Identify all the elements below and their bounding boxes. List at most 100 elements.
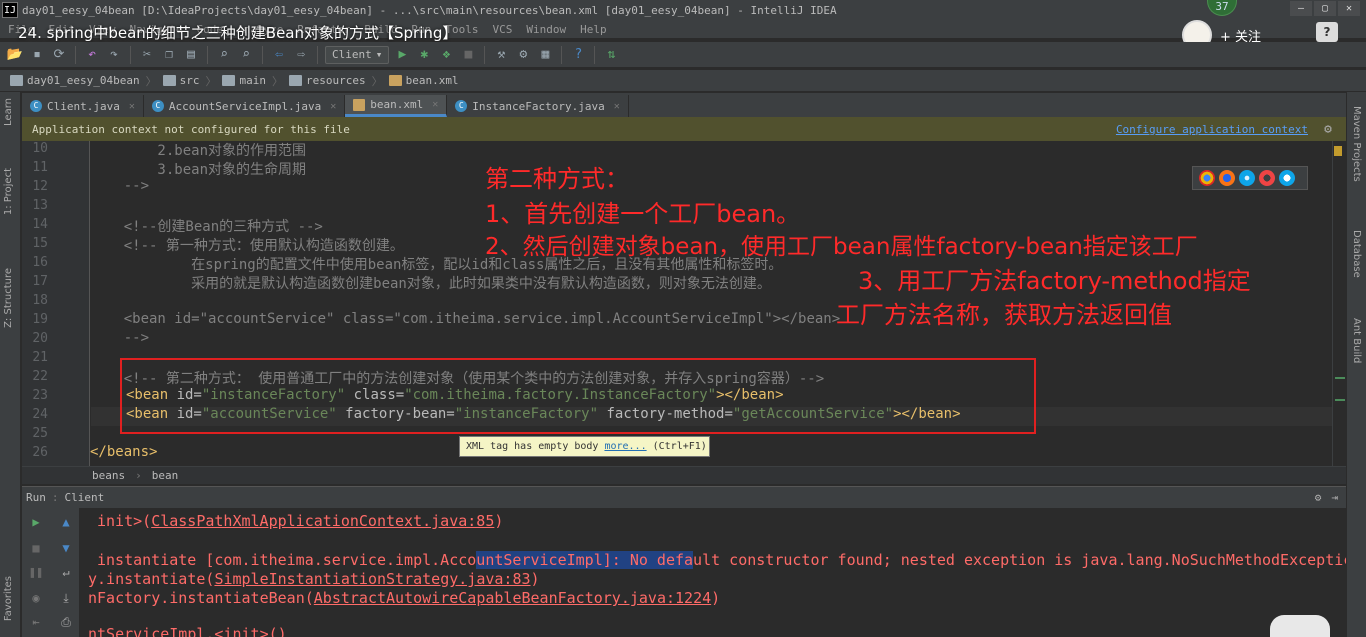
tool-window-ant[interactable]: Ant Build bbox=[1351, 318, 1362, 363]
close-icon[interactable]: ✕ bbox=[129, 101, 135, 112]
change-marker[interactable] bbox=[1335, 399, 1345, 401]
back-icon[interactable]: ⇦ bbox=[270, 46, 288, 64]
toolbar-divider bbox=[130, 45, 131, 64]
line-number: 23 bbox=[32, 388, 48, 403]
debug-icon[interactable]: ✱ bbox=[415, 46, 433, 64]
breadcrumb-main[interactable]: main bbox=[222, 74, 272, 87]
find-icon[interactable]: ⌕ bbox=[215, 46, 233, 64]
editor-marker-bar[interactable] bbox=[1332, 141, 1346, 466]
toolbar-divider bbox=[561, 45, 563, 64]
tab-client-java[interactable]: C Client.java ✕ bbox=[22, 95, 144, 117]
redo-icon[interactable]: ↷ bbox=[105, 46, 123, 64]
stack-trace-link[interactable]: ClassPathXmlApplicationContext.java:85 bbox=[151, 512, 494, 530]
run-console[interactable]: init>(ClassPathXmlApplicationContext.jav… bbox=[81, 508, 1346, 637]
exit-icon[interactable]: ⇤ bbox=[28, 614, 44, 630]
menu-window[interactable]: Window bbox=[526, 23, 566, 36]
tab-bean-xml[interactable]: bean.xml ✕ bbox=[345, 95, 448, 117]
window-title: day01_eesy_04bean [D:\IdeaProjects\day01… bbox=[22, 3, 837, 17]
dump-threads-icon[interactable]: ◉ bbox=[28, 590, 44, 606]
stop-icon[interactable]: ■ bbox=[28, 540, 44, 556]
video-player-badge bbox=[1270, 615, 1330, 637]
menu-help[interactable]: Help bbox=[580, 23, 607, 36]
close-icon[interactable]: ✕ bbox=[432, 99, 438, 110]
scroll-to-end-icon[interactable]: ⤓ bbox=[58, 590, 74, 606]
run-tab-client[interactable]: Client bbox=[65, 491, 105, 504]
forward-icon[interactable]: ⇨ bbox=[292, 46, 310, 64]
sdk-icon[interactable]: ▦ bbox=[536, 46, 554, 64]
minimize-button[interactable]: — bbox=[1290, 1, 1312, 16]
maximize-button[interactable]: ▢ bbox=[1314, 1, 1336, 16]
tab-label: bean.xml bbox=[370, 98, 424, 111]
tab-accountserviceimpl-java[interactable]: C AccountServiceImpl.java ✕ bbox=[144, 95, 346, 117]
folder-icon bbox=[162, 75, 176, 86]
print-icon[interactable]: ⎙ bbox=[58, 614, 74, 630]
breadcrumb-file[interactable]: bean.xml bbox=[388, 74, 465, 87]
xml-path-item[interactable]: beans bbox=[92, 469, 125, 482]
pause-icon[interactable]: ❚❚ bbox=[28, 564, 44, 580]
scroll-down-icon[interactable]: ▼ bbox=[58, 540, 74, 556]
run-config-select[interactable]: Client ▾ bbox=[325, 45, 390, 64]
toolbar-divider bbox=[484, 45, 486, 64]
replace-icon[interactable]: ⌕ bbox=[237, 46, 255, 64]
scroll-up-icon[interactable]: ▲ bbox=[58, 514, 74, 530]
line-number: 19 bbox=[32, 312, 48, 327]
copy-icon[interactable]: ❐ bbox=[160, 46, 178, 64]
change-marker[interactable] bbox=[1335, 377, 1345, 379]
gear-icon[interactable]: ⚙ bbox=[1324, 122, 1332, 137]
tool-window-database[interactable]: Database bbox=[1351, 230, 1362, 278]
configure-context-link[interactable]: Configure application context bbox=[1116, 123, 1308, 136]
stack-trace-link[interactable]: AbstractAutowireCapableBeanFactory.java:… bbox=[314, 589, 711, 607]
code-line-10: 2.bean对象的作用范围 bbox=[90, 143, 307, 159]
breadcrumb-src[interactable]: src bbox=[162, 74, 206, 87]
tool-window-learn[interactable]: Learn bbox=[3, 98, 14, 126]
main-toolbar: 📂 ▪ ⟳ ↶ ↷ ✂ ❐ ▤ ⌕ ⌕ ⇦ ⇨ Client ▾ ▶ ✱ ❖ ■… bbox=[0, 42, 1366, 68]
ie-icon[interactable] bbox=[1279, 170, 1295, 186]
open-icon[interactable]: 📂 bbox=[6, 46, 24, 64]
close-icon[interactable]: ✕ bbox=[330, 101, 336, 112]
gear-icon[interactable]: ⚙ bbox=[1315, 491, 1322, 504]
tooltip-more-link[interactable]: more... bbox=[604, 441, 646, 452]
chrome-icon[interactable] bbox=[1199, 170, 1215, 186]
tool-window-maven[interactable]: Maven Projects bbox=[1351, 106, 1362, 182]
tool-window-project[interactable]: 1: Project bbox=[3, 168, 14, 215]
tool-window-favorites[interactable]: Favorites bbox=[3, 576, 14, 621]
tab-instancefactory-java[interactable]: C InstanceFactory.java ✕ bbox=[447, 95, 629, 117]
breadcrumb-resources[interactable]: resources bbox=[288, 74, 372, 87]
coverage-icon[interactable]: ❖ bbox=[437, 46, 455, 64]
firefox-icon[interactable] bbox=[1219, 170, 1235, 186]
line-number: 20 bbox=[32, 331, 48, 346]
opera-icon[interactable] bbox=[1259, 170, 1275, 186]
soft-wrap-icon[interactable]: ↵ bbox=[58, 564, 74, 580]
rerun-icon[interactable]: ▶ bbox=[28, 514, 44, 530]
hide-panel-icon[interactable]: ⇥ bbox=[1331, 491, 1338, 504]
safari-icon[interactable] bbox=[1239, 170, 1255, 186]
close-icon[interactable]: ✕ bbox=[614, 101, 620, 112]
help-icon[interactable]: ? bbox=[569, 46, 587, 64]
undo-icon[interactable]: ↶ bbox=[83, 46, 101, 64]
run-icon[interactable]: ▶ bbox=[393, 46, 411, 64]
save-icon[interactable]: ▪ bbox=[28, 46, 46, 64]
stack-trace-link[interactable]: SimpleInstantiationStrategy.java:83 bbox=[214, 570, 530, 588]
left-tool-strip: Learn 1: Project Z: Structure Favorites bbox=[0, 92, 21, 637]
toolbar-divider bbox=[75, 45, 76, 64]
stop-icon[interactable]: ■ bbox=[459, 46, 477, 64]
breadcrumb-project[interactable]: day01_eesy_04bean bbox=[10, 74, 146, 87]
console-selection: untServiceImpl]: No defa bbox=[476, 551, 694, 569]
cut-icon[interactable]: ✂ bbox=[138, 46, 156, 64]
project-structure-icon[interactable]: ⚒ bbox=[492, 46, 510, 64]
intellij-logo: IJ bbox=[2, 2, 18, 18]
console-text: init>( bbox=[97, 512, 152, 530]
settings-icon[interactable]: ⚙ bbox=[514, 46, 532, 64]
breadcrumb-label: bean.xml bbox=[405, 74, 459, 87]
xml-path-item[interactable]: bean bbox=[152, 469, 179, 482]
sync-icon[interactable]: ⟳ bbox=[50, 46, 68, 64]
toolbar-divider bbox=[262, 45, 263, 64]
code-line-12: --> bbox=[90, 178, 150, 194]
paste-icon[interactable]: ▤ bbox=[182, 46, 200, 64]
close-button[interactable]: ✕ bbox=[1338, 1, 1360, 16]
tool-window-structure[interactable]: Z: Structure bbox=[3, 268, 14, 328]
update-icon[interactable]: ⇅ bbox=[602, 46, 620, 64]
help-icon[interactable]: ? bbox=[1316, 22, 1338, 42]
warning-marker[interactable] bbox=[1334, 146, 1342, 156]
menu-vcs[interactable]: VCS bbox=[492, 23, 512, 36]
